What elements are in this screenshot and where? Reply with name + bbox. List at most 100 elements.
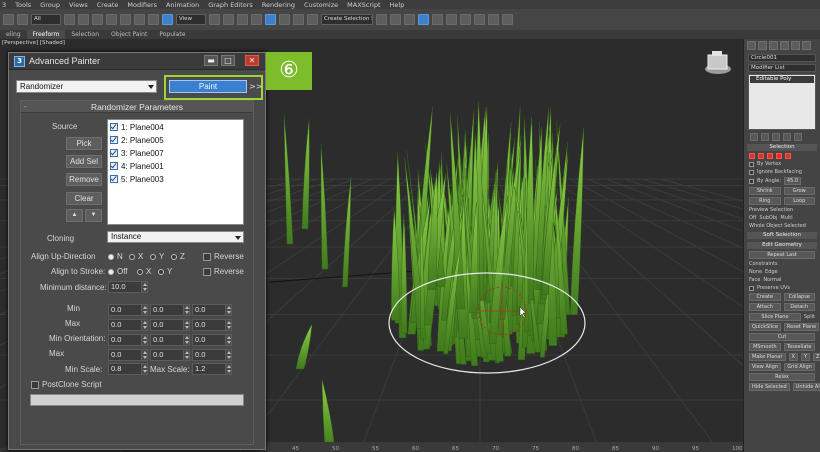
min-orient-y-spinner[interactable]: 0.0 [150, 334, 190, 346]
list-item[interactable]: 1: Plane004 [108, 121, 243, 133]
view-align-button[interactable]: View Align [749, 363, 781, 371]
spinner-arrows-icon[interactable] [225, 305, 231, 315]
rollout-selection[interactable]: Selection [747, 144, 817, 151]
tab-freeform[interactable]: Freeform [26, 30, 66, 39]
move-icon[interactable] [120, 14, 131, 25]
y-button[interactable]: Y [800, 353, 811, 361]
preview-multi-option[interactable]: Multi [780, 215, 792, 221]
attach-button[interactable]: Attach [749, 303, 781, 311]
viewport-label[interactable]: [Perspective] [Shaded] [2, 40, 65, 46]
align-stroke-off-radio[interactable] [108, 269, 114, 275]
spinner-arrows-icon[interactable] [141, 282, 147, 292]
minimum-distance-spinner[interactable]: 10.0 [108, 281, 148, 293]
spinner-arrows-icon[interactable] [225, 320, 231, 330]
source-item-checkbox[interactable] [110, 149, 118, 157]
source-list[interactable]: 1: Plane004 2: Plane005 3: Plane007 4: P… [107, 119, 244, 225]
pin-stack-icon[interactable] [750, 133, 758, 141]
clear-button[interactable]: Clear [66, 192, 102, 205]
spinner-snap-icon[interactable] [293, 14, 304, 25]
max-z-spinner[interactable]: 0.0 [192, 319, 232, 331]
spinner-arrows-icon[interactable] [225, 364, 231, 374]
dialog-titlebar[interactable]: 3 Advanced Painter ▬ □ ✕ [9, 53, 265, 70]
snap-icon[interactable] [251, 14, 262, 25]
constraint-none[interactable]: None [749, 269, 762, 275]
border-subobject-icon[interactable] [767, 153, 773, 159]
unhide-all-button[interactable]: Unhide All [792, 383, 820, 391]
edge-subobject-icon[interactable] [758, 153, 764, 159]
reference-coordinate-dropdown[interactable]: View [176, 14, 206, 25]
constraint-normal[interactable]: Normal [763, 277, 781, 283]
spinner-arrows-icon[interactable] [183, 335, 189, 345]
window-crossing-icon[interactable] [106, 14, 117, 25]
rollout-edit-geometry[interactable]: Edit Geometry [747, 242, 817, 249]
list-item[interactable]: 4: Plane001 [108, 160, 243, 172]
reset-plane-button[interactable]: Reset Plane [783, 323, 820, 331]
hide-selected-button[interactable]: Hide Selected [749, 383, 790, 391]
menu-create[interactable]: Create [97, 1, 119, 9]
ribbon-toggle-icon[interactable] [418, 14, 429, 25]
max-orient-x-spinner[interactable]: 0.0 [108, 349, 148, 361]
motion-tab-icon[interactable] [780, 41, 789, 50]
display-tab-icon[interactable] [791, 41, 800, 50]
max-orient-y-spinner[interactable]: 0.0 [150, 349, 190, 361]
constraint-face[interactable]: Face [749, 277, 760, 283]
menu-group[interactable]: Group [40, 1, 60, 9]
max-scale-spinner[interactable]: 1.2 [192, 363, 232, 375]
menu-help[interactable]: Help [390, 1, 405, 9]
grow-button[interactable]: Grow [783, 187, 815, 195]
utilities-tab-icon[interactable] [802, 41, 811, 50]
stack-item-editable-poly[interactable]: Editable Poly [750, 76, 814, 83]
slice-plane-button[interactable]: Slice Plane [749, 313, 801, 321]
move-down-button[interactable]: ▼ [85, 209, 102, 222]
modify-tab-icon[interactable] [758, 41, 767, 50]
collapse-button[interactable]: Collapse [783, 293, 815, 301]
tab-modeling[interactable]: eling [0, 30, 27, 39]
menu-maxscript[interactable]: MAXScript [347, 1, 380, 9]
curve-editor-icon[interactable] [432, 14, 443, 25]
source-item-checkbox[interactable] [110, 162, 118, 170]
align-icon[interactable] [390, 14, 401, 25]
tab-object-paint[interactable]: Object Paint [105, 30, 153, 39]
menu-customize[interactable]: Customize [304, 1, 338, 9]
modifier-list-dropdown[interactable]: Modifier List [748, 64, 816, 72]
reverse-up-checkbox[interactable] [203, 253, 211, 261]
tab-selection[interactable]: Selection [65, 30, 105, 39]
align-up-z-radio[interactable] [171, 254, 177, 260]
align-stroke-y-radio[interactable] [158, 269, 164, 275]
undo-icon[interactable] [3, 14, 14, 25]
spinner-arrows-icon[interactable] [141, 335, 147, 345]
polygon-subobject-icon[interactable] [776, 153, 782, 159]
list-item[interactable]: 5: Plane003 [108, 173, 243, 185]
list-item[interactable]: 2: Plane005 [108, 134, 243, 146]
spinner-arrows-icon[interactable] [141, 350, 147, 360]
edit-named-selection-icon[interactable] [307, 14, 318, 25]
hierarchy-tab-icon[interactable] [769, 41, 778, 50]
restore-button[interactable]: □ [221, 55, 235, 66]
max-x-spinner[interactable]: 0.0 [108, 319, 148, 331]
pivot-icon[interactable] [209, 14, 220, 25]
mirror-icon[interactable] [376, 14, 387, 25]
selection-filter-dropdown[interactable]: All [31, 14, 61, 25]
add-sel-button[interactable]: Add Sel [66, 155, 102, 168]
msmooth-button[interactable]: MSmooth [749, 343, 781, 351]
max-orient-z-spinner[interactable]: 0.0 [192, 349, 232, 361]
pick-button[interactable]: Pick [66, 137, 102, 150]
align-stroke-x-radio[interactable] [137, 269, 143, 275]
min-orient-x-spinner[interactable]: 0.0 [108, 334, 148, 346]
min-z-spinner[interactable]: 0.0 [192, 304, 232, 316]
by-angle-checkbox[interactable] [749, 178, 754, 184]
x-button[interactable]: X [788, 353, 798, 361]
by-angle-spinner[interactable]: 45.0 [783, 177, 802, 185]
quickslice-button[interactable]: QuickSlice [749, 323, 781, 331]
place-icon[interactable] [162, 14, 173, 25]
expand-button[interactable]: >> [249, 80, 262, 93]
ignore-backfacing-checkbox[interactable] [749, 169, 754, 175]
minimize-button[interactable]: ▬ [204, 55, 218, 66]
constraint-edge[interactable]: Edge [765, 269, 778, 275]
move-up-button[interactable]: ▲ [66, 209, 83, 222]
remove-modifier-icon[interactable] [783, 133, 791, 141]
paint-button[interactable]: Paint [169, 80, 247, 93]
vertex-subobject-icon[interactable] [749, 153, 755, 159]
source-item-checkbox[interactable] [110, 123, 118, 131]
render-setup-icon[interactable] [474, 14, 485, 25]
